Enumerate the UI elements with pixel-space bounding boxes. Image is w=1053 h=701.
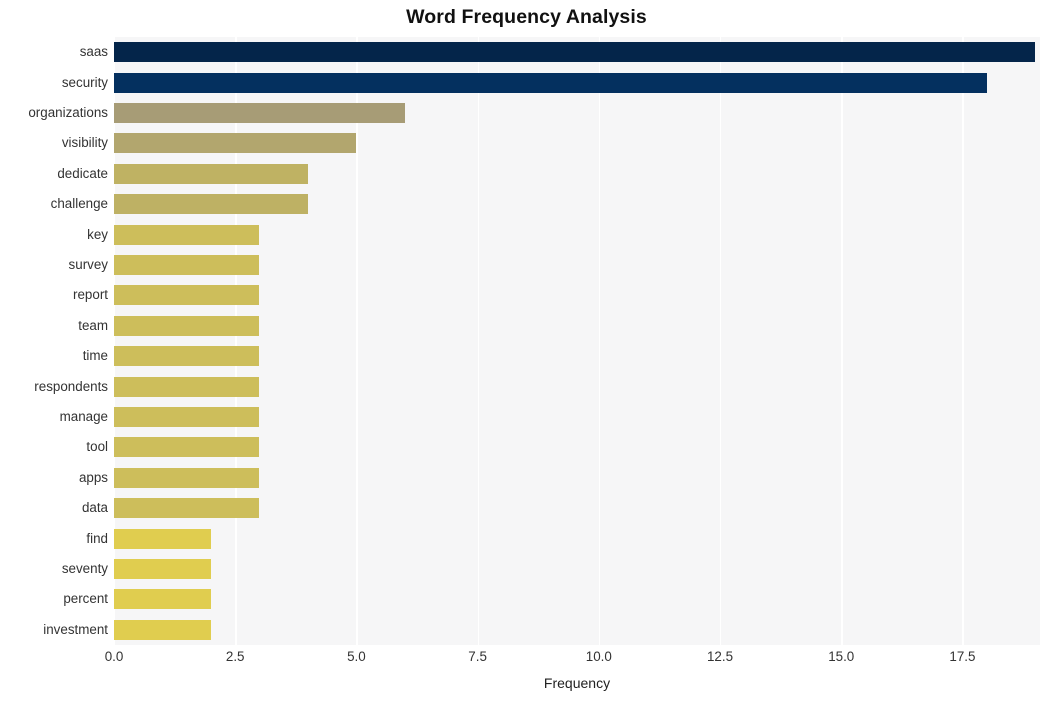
bar (114, 498, 260, 519)
bar (114, 194, 308, 215)
bar (114, 224, 260, 245)
bar (114, 619, 211, 640)
x-axis-tick-label: 0.0 (104, 649, 124, 664)
x-axis-tick-label: 17.5 (949, 649, 976, 664)
x-axis-tick-label: 7.5 (468, 649, 487, 664)
bar (114, 558, 211, 580)
bar (114, 467, 260, 488)
y-axis-tick-label: data (81, 500, 108, 516)
y-axis-tick-label: key (87, 226, 108, 242)
y-axis-tick-label: challenge (50, 196, 108, 212)
bar (114, 406, 260, 428)
y-axis-tick-labels: saas security organizations visibility dedic… (0, 37, 108, 645)
y-axis-tick-label: security (61, 74, 108, 90)
bar (114, 133, 357, 154)
chart-title: Word Frequency Analysis (406, 6, 647, 28)
y-axis-tick-label: saas (79, 44, 108, 60)
bar (114, 589, 211, 610)
bar (114, 437, 260, 458)
bar (114, 102, 405, 124)
x-axis-tick-label: 5.0 (347, 649, 366, 664)
bar (114, 163, 308, 184)
y-axis-tick-label: investment (43, 621, 108, 637)
y-axis-tick-label: visibility (61, 135, 108, 151)
y-axis-tick-label: manage (59, 409, 108, 424)
plot-area (114, 37, 1040, 645)
y-axis-tick-label: percent (63, 591, 108, 607)
y-axis-tick-label: time (82, 348, 108, 364)
bar (114, 346, 260, 367)
y-axis-tick-label: tool (86, 439, 108, 455)
y-axis-tick-label: team (78, 317, 108, 333)
x-axis-tick-labels: 0.0 2.5 5.0 7.5 10.0 12.5 15.0 17.5 (0, 650, 1053, 674)
x-axis-tick-label: 12.5 (706, 649, 734, 664)
bar (114, 285, 260, 306)
bar (114, 42, 1036, 63)
y-axis-tick-label: survey (68, 257, 108, 272)
x-axis-tick-label: 10.0 (585, 649, 612, 664)
bar (114, 72, 987, 93)
y-axis-tick-label: report (73, 287, 108, 303)
y-axis-tick-label: find (86, 530, 108, 546)
bar (114, 528, 211, 549)
word-frequency-chart-figure: Word Frequency Analysis saas security orga… (0, 0, 1053, 701)
y-axis-tick-label: seventy (61, 561, 108, 576)
bar (114, 254, 260, 276)
bars-container (114, 37, 1040, 645)
x-axis-tick-label: 2.5 (225, 649, 245, 664)
x-axis-title: Frequency (543, 675, 611, 691)
bar (114, 376, 260, 397)
y-axis-tick-label: apps (78, 469, 108, 485)
y-axis-tick-label: dedicate (57, 165, 108, 181)
y-axis-tick-label: respondents (34, 378, 108, 394)
bar (114, 315, 260, 336)
y-axis-tick-label: organizations (28, 105, 108, 120)
x-axis-tick-label: 15.0 (828, 649, 855, 664)
